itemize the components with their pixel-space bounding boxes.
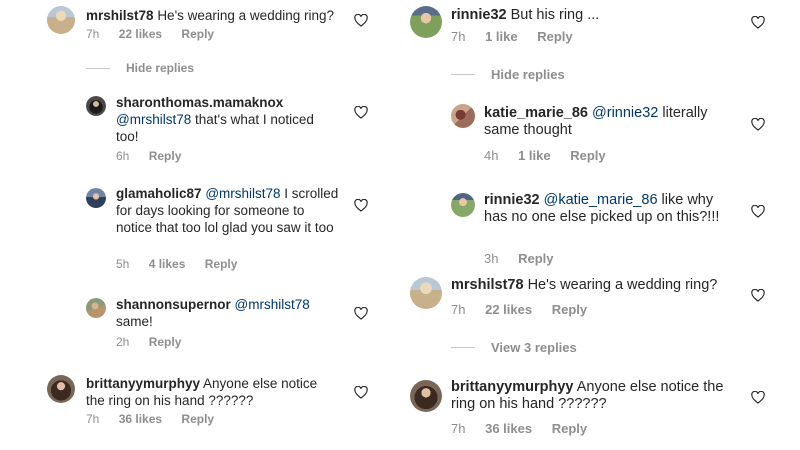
reply-button[interactable]: Reply	[181, 412, 214, 426]
heart-icon[interactable]	[354, 307, 368, 320]
comment-username[interactable]: mrshilst78	[451, 277, 524, 293]
comment-likes[interactable]: 4 likes	[149, 257, 186, 271]
hide-replies-label: Hide replies	[491, 67, 565, 82]
mention-link[interactable]: @mrshilst78	[235, 297, 310, 312]
avatar[interactable]	[47, 375, 75, 403]
comment-text: rinnie32 @katie_marie_86 like why has no…	[484, 192, 734, 226]
comment-username[interactable]: katie_marie_86	[484, 105, 588, 121]
heart-icon[interactable]	[354, 14, 368, 27]
replies-divider-line	[86, 67, 110, 69]
comment-likes[interactable]: 1 like	[518, 148, 551, 163]
reply-button[interactable]: Reply	[149, 149, 182, 163]
reply-button[interactable]: Reply	[570, 148, 605, 163]
replies-divider-line	[451, 347, 475, 348]
view-replies-label: View 3 replies	[491, 340, 577, 355]
heart-icon[interactable]	[751, 205, 765, 218]
mention-link[interactable]: @rinnie32	[592, 105, 658, 121]
comment-text: brittanyymurphyy Anyone else notice the …	[86, 375, 331, 409]
comment-text: mrshilst78 He's wearing a wedding ring?	[86, 7, 356, 24]
comment-meta: 7h 22 likes Reply	[86, 27, 230, 41]
comment-time: 6h	[116, 149, 130, 163]
comment-meta: 7h 36 likes Reply	[451, 421, 603, 436]
comment-text: rinnie32 But his ring ...	[451, 7, 731, 24]
reply-button[interactable]: Reply	[552, 302, 587, 317]
reply-button[interactable]: Reply	[205, 257, 238, 271]
comment-meta: 7h 1 like Reply	[451, 29, 589, 44]
comment-username[interactable]: glamaholic87	[116, 186, 202, 201]
hide-replies-button[interactable]: Hide replies	[451, 67, 565, 82]
replies-divider-line	[451, 74, 475, 75]
comment-body: He's wearing a wedding ring?	[157, 8, 334, 23]
comment-meta: 3h Reply	[484, 251, 570, 266]
heart-icon[interactable]	[354, 106, 368, 119]
comment-likes[interactable]: 36 likes	[485, 421, 532, 436]
comment-time: 3h	[484, 251, 499, 266]
comment-likes[interactable]: 22 likes	[485, 302, 532, 317]
comment-time: 2h	[116, 335, 130, 349]
heart-icon[interactable]	[354, 386, 368, 399]
comment-time: 4h	[484, 148, 499, 163]
comment-meta: 7h 22 likes Reply	[451, 302, 603, 317]
hide-replies-button[interactable]: Hide replies	[86, 61, 194, 75]
comment-likes[interactable]: 1 like	[485, 29, 518, 44]
comment-time: 7h	[451, 421, 466, 436]
comment-time: 5h	[116, 257, 130, 271]
reply-button[interactable]: Reply	[181, 27, 214, 41]
panel-divider	[400, 0, 401, 450]
heart-icon[interactable]	[354, 199, 368, 212]
comment-username[interactable]: brittanyymurphyy	[86, 376, 200, 391]
comment-text: sharonthomas.mamaknox @mrshilst78 that's…	[116, 94, 331, 145]
comment-username[interactable]: shannonsupernor	[116, 297, 231, 312]
comment-username[interactable]: brittanyymurphyy	[451, 379, 573, 395]
comment-text: mrshilst78 He's wearing a wedding ring?	[451, 277, 741, 294]
avatar[interactable]	[86, 96, 106, 116]
comment-time: 7h	[86, 412, 100, 426]
avatar[interactable]	[451, 193, 475, 217]
avatar[interactable]	[451, 104, 475, 128]
reply-button[interactable]: Reply	[537, 29, 572, 44]
comment-username[interactable]: rinnie32	[484, 192, 540, 208]
comment-text: brittanyymurphyy Anyone else notice the …	[451, 379, 726, 413]
hide-replies-label: Hide replies	[126, 61, 195, 75]
comment-body: He's wearing a wedding ring?	[527, 277, 718, 293]
heart-icon[interactable]	[751, 118, 765, 131]
avatar[interactable]	[47, 6, 75, 34]
comment-body: But his ring ...	[510, 7, 600, 23]
reply-button[interactable]: Reply	[552, 421, 587, 436]
avatar[interactable]	[410, 6, 442, 38]
comment-text: shannonsupernor @mrshilst78 same!	[116, 296, 341, 330]
heart-icon[interactable]	[751, 16, 765, 29]
comment-username[interactable]: rinnie32	[451, 7, 507, 23]
comment-meta: 4h 1 like Reply	[484, 148, 622, 163]
comment-meta: 6h Reply	[116, 149, 197, 163]
avatar[interactable]	[410, 277, 442, 309]
comment-body: same!	[116, 314, 153, 329]
mention-link[interactable]: @katie_marie_86	[544, 192, 658, 208]
avatar[interactable]	[86, 188, 106, 208]
reply-button[interactable]: Reply	[149, 335, 182, 349]
avatar[interactable]	[410, 380, 442, 412]
comment-meta: 5h 4 likes Reply	[116, 257, 253, 271]
mention-link[interactable]: @mrshilst78	[116, 112, 191, 127]
comment-meta: 2h Reply	[116, 335, 197, 349]
comment-text: katie_marie_86 @rinnie32 literally same …	[484, 105, 734, 139]
heart-icon[interactable]	[751, 289, 765, 302]
comment-likes[interactable]: 36 likes	[119, 412, 162, 426]
avatar[interactable]	[86, 298, 106, 318]
comment-meta: 7h 36 likes Reply	[86, 412, 230, 426]
comment-time: 7h	[451, 29, 466, 44]
heart-icon[interactable]	[751, 391, 765, 404]
mention-link[interactable]: @mrshilst78	[205, 186, 280, 201]
comment-username[interactable]: sharonthomas.mamaknox	[116, 94, 331, 111]
comment-time: 7h	[86, 27, 100, 41]
reply-button[interactable]: Reply	[518, 251, 553, 266]
comment-username[interactable]: mrshilst78	[86, 8, 154, 23]
comment-text: glamaholic87 @mrshilst78 I scrolled for …	[116, 185, 341, 236]
comment-likes[interactable]: 22 likes	[119, 27, 162, 41]
comment-time: 7h	[451, 302, 466, 317]
view-replies-button[interactable]: View 3 replies	[451, 340, 577, 355]
